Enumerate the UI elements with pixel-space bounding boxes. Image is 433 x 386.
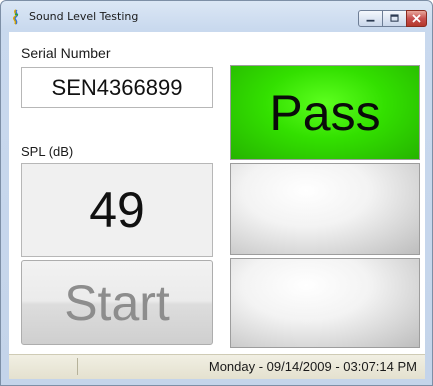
minimize-icon xyxy=(366,19,375,22)
status-bar: Monday - 09/14/2009 - 03:07:14 PM xyxy=(9,354,425,379)
spl-label: SPL (dB) xyxy=(21,144,74,159)
result-indicator-3 xyxy=(230,258,420,348)
status-divider xyxy=(77,358,78,375)
start-button[interactable]: Start xyxy=(21,260,213,345)
client-area: Serial Number SEN4366899 SPL (dB) 49 Sta… xyxy=(9,32,425,379)
title-bar[interactable]: Sound Level Testing xyxy=(1,1,432,31)
app-window: Sound Level Testing Serial Number SEN436… xyxy=(0,0,433,386)
close-button[interactable] xyxy=(406,10,427,27)
minimize-button[interactable] xyxy=(358,10,383,27)
result-indicator-2 xyxy=(230,163,420,255)
result-indicator-pass: Pass xyxy=(230,65,420,160)
close-icon xyxy=(412,14,421,23)
serial-number-label: Serial Number xyxy=(21,45,111,61)
maximize-button[interactable] xyxy=(382,10,407,27)
serial-number-field[interactable]: SEN4366899 xyxy=(21,67,213,108)
spl-value-display: 49 xyxy=(21,163,213,257)
app-icon xyxy=(13,9,19,25)
window-title: Sound Level Testing xyxy=(29,10,139,23)
maximize-icon xyxy=(390,14,399,22)
status-datetime: Monday - 09/14/2009 - 03:07:14 PM xyxy=(208,359,417,374)
